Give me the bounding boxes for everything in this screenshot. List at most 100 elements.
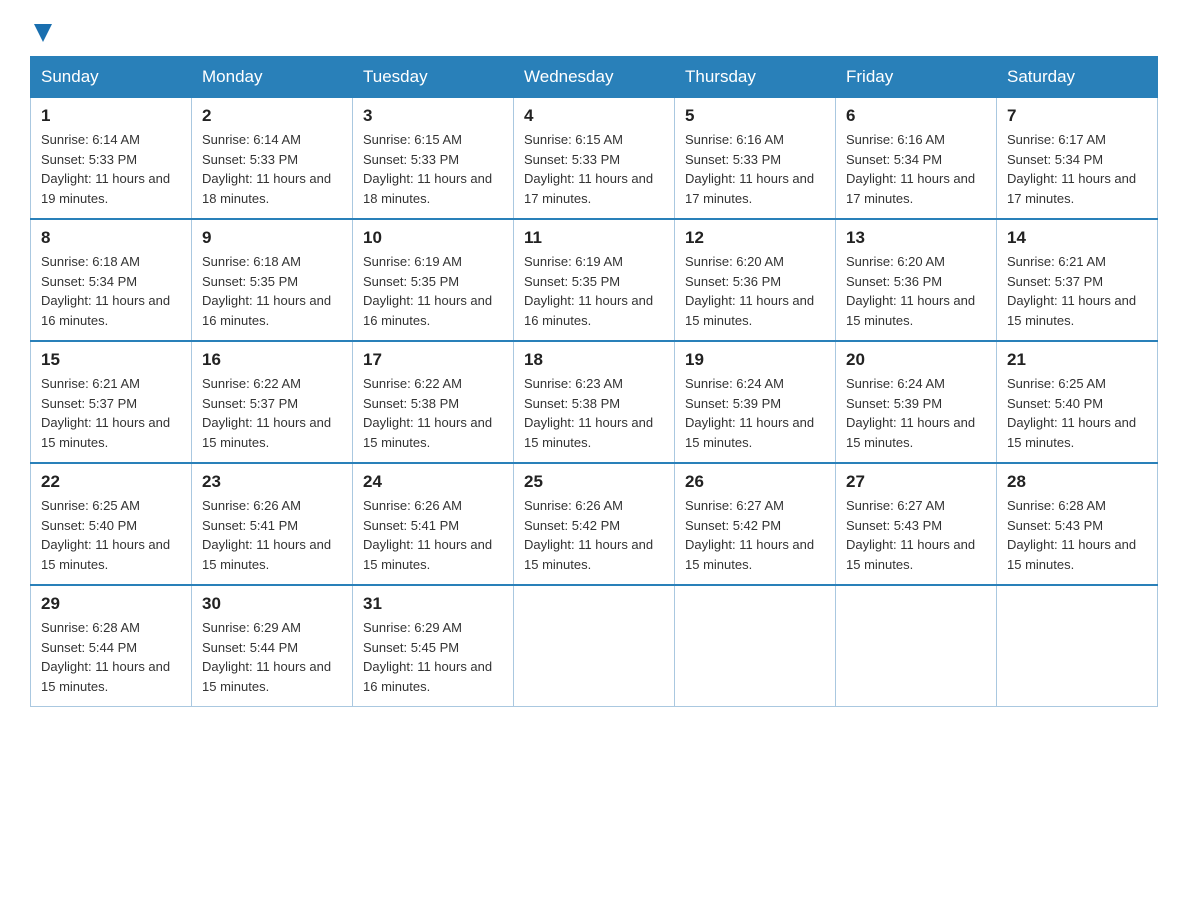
day-number: 8 — [41, 228, 181, 248]
calendar-cell: 5 Sunrise: 6:16 AMSunset: 5:33 PMDaylight… — [675, 98, 836, 220]
day-number: 25 — [524, 472, 664, 492]
day-number: 22 — [41, 472, 181, 492]
calendar-cell: 10Sunrise: 6:19 AMSunset: 5:35 PMDayligh… — [353, 219, 514, 341]
calendar-cell — [675, 585, 836, 707]
calendar-week-row: 22Sunrise: 6:25 AMSunset: 5:40 PMDayligh… — [31, 463, 1158, 585]
calendar-cell: 23 Sunrise: 6:26 AMSunset: 5:41 PMDayligh… — [192, 463, 353, 585]
calendar-table: SundayMondayTuesdayWednesdayThursdayFrid… — [30, 56, 1158, 707]
day-number: 1 — [41, 106, 181, 126]
day-info: Sunrise: 6:18 AMSunset: 5:35 PMDaylight:… — [202, 252, 342, 330]
calendar-cell: 30 Sunrise: 6:29 AMSunset: 5:44 PMDayligh… — [192, 585, 353, 707]
day-number: 5 — [685, 106, 825, 126]
day-info: Sunrise: 6:17 AMSunset: 5:34 PMDaylight:… — [1007, 130, 1147, 208]
calendar-cell: 3Sunrise: 6:15 AMSunset: 5:33 PMDaylight… — [353, 98, 514, 220]
day-info: Sunrise: 6:23 AMSunset: 5:38 PMDaylight:… — [524, 374, 664, 452]
day-info: Sunrise: 6:26 AMSunset: 5:41 PMDaylight:… — [202, 496, 342, 574]
day-number: 4 — [524, 106, 664, 126]
day-number: 26 — [685, 472, 825, 492]
day-info: Sunrise: 6:20 AMSunset: 5:36 PMDaylight:… — [685, 252, 825, 330]
calendar-cell: 12 Sunrise: 6:20 AMSunset: 5:36 PMDayligh… — [675, 219, 836, 341]
day-number: 31 — [363, 594, 503, 614]
day-number: 6 — [846, 106, 986, 126]
day-info: Sunrise: 6:18 AMSunset: 5:34 PMDaylight:… — [41, 252, 181, 330]
calendar-cell: 2 Sunrise: 6:14 AMSunset: 5:33 PMDaylight… — [192, 98, 353, 220]
day-info: Sunrise: 6:16 AMSunset: 5:34 PMDaylight:… — [846, 130, 986, 208]
day-number: 24 — [363, 472, 503, 492]
weekday-header-monday: Monday — [192, 57, 353, 98]
day-number: 29 — [41, 594, 181, 614]
day-number: 23 — [202, 472, 342, 492]
calendar-cell: 15Sunrise: 6:21 AMSunset: 5:37 PMDayligh… — [31, 341, 192, 463]
calendar-cell: 14 Sunrise: 6:21 AMSunset: 5:37 PMDayligh… — [997, 219, 1158, 341]
day-number: 28 — [1007, 472, 1147, 492]
weekday-header-thursday: Thursday — [675, 57, 836, 98]
day-info: Sunrise: 6:24 AMSunset: 5:39 PMDaylight:… — [685, 374, 825, 452]
day-info: Sunrise: 6:28 AMSunset: 5:43 PMDaylight:… — [1007, 496, 1147, 574]
calendar-cell: 13 Sunrise: 6:20 AMSunset: 5:36 PMDayligh… — [836, 219, 997, 341]
calendar-cell: 29 Sunrise: 6:28 AMSunset: 5:44 PMDayligh… — [31, 585, 192, 707]
weekday-header-tuesday: Tuesday — [353, 57, 514, 98]
weekday-header-sunday: Sunday — [31, 57, 192, 98]
day-number: 13 — [846, 228, 986, 248]
calendar-week-row: 1 Sunrise: 6:14 AMSunset: 5:33 PMDaylight… — [31, 98, 1158, 220]
calendar-cell: 1Sunrise: 6:14 AMSunset: 5:33 PMDaylight… — [31, 98, 192, 220]
weekday-header-row: SundayMondayTuesdayWednesdayThursdayFrid… — [31, 57, 1158, 98]
day-info: Sunrise: 6:20 AMSunset: 5:36 PMDaylight:… — [846, 252, 986, 330]
day-info: Sunrise: 6:28 AMSunset: 5:44 PMDaylight:… — [41, 618, 181, 696]
day-number: 14 — [1007, 228, 1147, 248]
day-number: 19 — [685, 350, 825, 370]
day-number: 7 — [1007, 106, 1147, 126]
day-info: Sunrise: 6:25 AMSunset: 5:40 PMDaylight:… — [1007, 374, 1147, 452]
day-info: Sunrise: 6:14 AMSunset: 5:33 PMDaylight:… — [202, 130, 342, 208]
calendar-cell: 28 Sunrise: 6:28 AMSunset: 5:43 PMDayligh… — [997, 463, 1158, 585]
page-header — [30, 20, 1158, 40]
calendar-cell: 20 Sunrise: 6:24 AMSunset: 5:39 PMDayligh… — [836, 341, 997, 463]
calendar-cell: 8 Sunrise: 6:18 AMSunset: 5:34 PMDaylight… — [31, 219, 192, 341]
calendar-cell: 11 Sunrise: 6:19 AMSunset: 5:35 PMDayligh… — [514, 219, 675, 341]
day-number: 18 — [524, 350, 664, 370]
calendar-week-row: 8 Sunrise: 6:18 AMSunset: 5:34 PMDaylight… — [31, 219, 1158, 341]
calendar-cell — [514, 585, 675, 707]
calendar-cell: 27 Sunrise: 6:27 AMSunset: 5:43 PMDayligh… — [836, 463, 997, 585]
calendar-cell: 16Sunrise: 6:22 AMSunset: 5:37 PMDayligh… — [192, 341, 353, 463]
day-info: Sunrise: 6:19 AMSunset: 5:35 PMDaylight:… — [524, 252, 664, 330]
day-info: Sunrise: 6:29 AMSunset: 5:44 PMDaylight:… — [202, 618, 342, 696]
calendar-week-row: 15Sunrise: 6:21 AMSunset: 5:37 PMDayligh… — [31, 341, 1158, 463]
calendar-cell: 26Sunrise: 6:27 AMSunset: 5:42 PMDayligh… — [675, 463, 836, 585]
day-info: Sunrise: 6:22 AMSunset: 5:37 PMDaylight:… — [202, 374, 342, 452]
calendar-week-row: 29 Sunrise: 6:28 AMSunset: 5:44 PMDayligh… — [31, 585, 1158, 707]
logo — [30, 20, 54, 40]
day-number: 21 — [1007, 350, 1147, 370]
calendar-cell: 31 Sunrise: 6:29 AMSunset: 5:45 PMDayligh… — [353, 585, 514, 707]
day-info: Sunrise: 6:16 AMSunset: 5:33 PMDaylight:… — [685, 130, 825, 208]
weekday-header-wednesday: Wednesday — [514, 57, 675, 98]
day-number: 12 — [685, 228, 825, 248]
weekday-header-friday: Friday — [836, 57, 997, 98]
calendar-cell: 25 Sunrise: 6:26 AMSunset: 5:42 PMDayligh… — [514, 463, 675, 585]
calendar-cell — [997, 585, 1158, 707]
calendar-cell: 4 Sunrise: 6:15 AMSunset: 5:33 PMDaylight… — [514, 98, 675, 220]
day-number: 11 — [524, 228, 664, 248]
calendar-cell: 17Sunrise: 6:22 AMSunset: 5:38 PMDayligh… — [353, 341, 514, 463]
day-number: 9 — [202, 228, 342, 248]
calendar-cell: 21 Sunrise: 6:25 AMSunset: 5:40 PMDayligh… — [997, 341, 1158, 463]
calendar-cell: 9 Sunrise: 6:18 AMSunset: 5:35 PMDaylight… — [192, 219, 353, 341]
day-info: Sunrise: 6:26 AMSunset: 5:41 PMDaylight:… — [363, 496, 503, 574]
day-info: Sunrise: 6:26 AMSunset: 5:42 PMDaylight:… — [524, 496, 664, 574]
day-info: Sunrise: 6:22 AMSunset: 5:38 PMDaylight:… — [363, 374, 503, 452]
day-number: 2 — [202, 106, 342, 126]
calendar-cell: 24 Sunrise: 6:26 AMSunset: 5:41 PMDayligh… — [353, 463, 514, 585]
day-info: Sunrise: 6:21 AMSunset: 5:37 PMDaylight:… — [1007, 252, 1147, 330]
day-number: 15 — [41, 350, 181, 370]
day-number: 27 — [846, 472, 986, 492]
day-info: Sunrise: 6:15 AMSunset: 5:33 PMDaylight:… — [524, 130, 664, 208]
day-info: Sunrise: 6:24 AMSunset: 5:39 PMDaylight:… — [846, 374, 986, 452]
logo-arrow-icon — [32, 22, 54, 44]
weekday-header-saturday: Saturday — [997, 57, 1158, 98]
calendar-cell: 19 Sunrise: 6:24 AMSunset: 5:39 PMDayligh… — [675, 341, 836, 463]
day-number: 20 — [846, 350, 986, 370]
day-info: Sunrise: 6:27 AMSunset: 5:43 PMDaylight:… — [846, 496, 986, 574]
day-number: 30 — [202, 594, 342, 614]
calendar-cell: 18 Sunrise: 6:23 AMSunset: 5:38 PMDayligh… — [514, 341, 675, 463]
day-info: Sunrise: 6:29 AMSunset: 5:45 PMDaylight:… — [363, 618, 503, 696]
